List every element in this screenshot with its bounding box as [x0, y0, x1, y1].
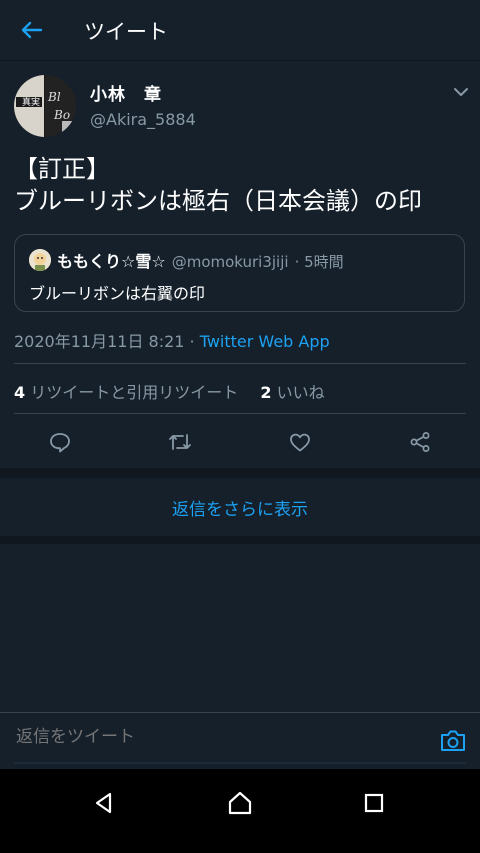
- author-name[interactable]: 小林 章: [90, 80, 162, 105]
- chevron-down-icon: [454, 88, 468, 96]
- reply-input-underline: [14, 762, 466, 764]
- quoted-author-name: ももくり☆雪☆: [57, 252, 166, 271]
- quoted-author-handle: @momokuri3jiji: [171, 253, 289, 271]
- nav-back-button[interactable]: [84, 783, 124, 823]
- quoted-avatar: [29, 249, 51, 271]
- back-arrow-icon: [21, 21, 43, 39]
- nav-recents-button[interactable]: [354, 783, 394, 823]
- section-separator: [0, 468, 480, 478]
- camera-icon: [441, 730, 465, 751]
- retweet-count: 4: [14, 383, 26, 402]
- svg-text:真実: 真実: [22, 96, 40, 108]
- section-separator: [0, 536, 480, 544]
- nav-home-button[interactable]: [220, 783, 260, 823]
- reply-bar: [0, 712, 480, 769]
- timestamp-text: 2020年11月11日 8:21 ·: [14, 332, 200, 351]
- nav-recents-icon: [364, 793, 384, 813]
- divider: [14, 363, 466, 364]
- header-bar: ツイート: [0, 0, 480, 61]
- back-button[interactable]: [14, 14, 50, 46]
- tweet-menu-button[interactable]: [450, 82, 472, 102]
- source-link[interactable]: Twitter Web App: [200, 332, 330, 351]
- reply-icon: [50, 433, 70, 453]
- divider: [14, 413, 466, 414]
- like-icon: [290, 433, 310, 452]
- page-title: ツイート: [84, 20, 168, 44]
- tweet-stats: 4 リツイートと引用リツイート 2 いいね: [14, 379, 325, 403]
- show-more-replies-button[interactable]: 返信をさらに表示: [0, 478, 480, 536]
- reply-input[interactable]: [14, 726, 418, 748]
- quoted-text: ブルーリボンは右翼の印: [29, 284, 206, 303]
- quoted-time: · 5時間: [294, 253, 344, 271]
- retweet-stat[interactable]: 4 リツイートと引用リツイート: [14, 383, 238, 402]
- like-label: いいね: [271, 383, 325, 402]
- reply-button[interactable]: [42, 427, 78, 457]
- quoted-author: ももくり☆雪☆ @momokuri3jiji · 5時間: [57, 248, 344, 272]
- retweet-label: リツイートと引用リツイート: [25, 383, 239, 402]
- svg-text:Bo: Bo: [53, 108, 70, 122]
- share-icon: [410, 432, 430, 452]
- tweet-text-line-2: ブルーリボンは極右（日本会議）の印: [14, 187, 422, 215]
- retweet-icon: [169, 434, 191, 450]
- avatar-image: 真実 Bl Bo: [14, 75, 76, 137]
- retweet-button[interactable]: [162, 427, 198, 457]
- quoted-avatar-image: [29, 249, 51, 271]
- system-navigation-bar: [0, 769, 480, 853]
- share-button[interactable]: [402, 427, 438, 457]
- tweet-text-line-1: 【訂正】: [14, 155, 110, 183]
- author-avatar[interactable]: 真実 Bl Bo: [14, 75, 76, 137]
- like-stat[interactable]: 2 いいね: [260, 383, 324, 402]
- like-count: 2: [260, 383, 272, 402]
- author-handle[interactable]: @Akira_5884: [90, 110, 196, 129]
- nav-home-icon: [228, 791, 252, 815]
- camera-button[interactable]: [438, 727, 468, 755]
- nav-back-icon: [95, 792, 112, 814]
- tweet-timestamp: 2020年11月11日 8:21 · Twitter Web App: [14, 328, 330, 352]
- tweet-text: 【訂正】 ブルーリボンは極右（日本会議）の印: [14, 153, 474, 217]
- svg-text:Bl: Bl: [47, 90, 61, 104]
- quoted-tweet[interactable]: ももくり☆雪☆ @momokuri3jiji · 5時間 ブルーリボンは右翼の印: [14, 234, 465, 312]
- like-button[interactable]: [282, 427, 318, 457]
